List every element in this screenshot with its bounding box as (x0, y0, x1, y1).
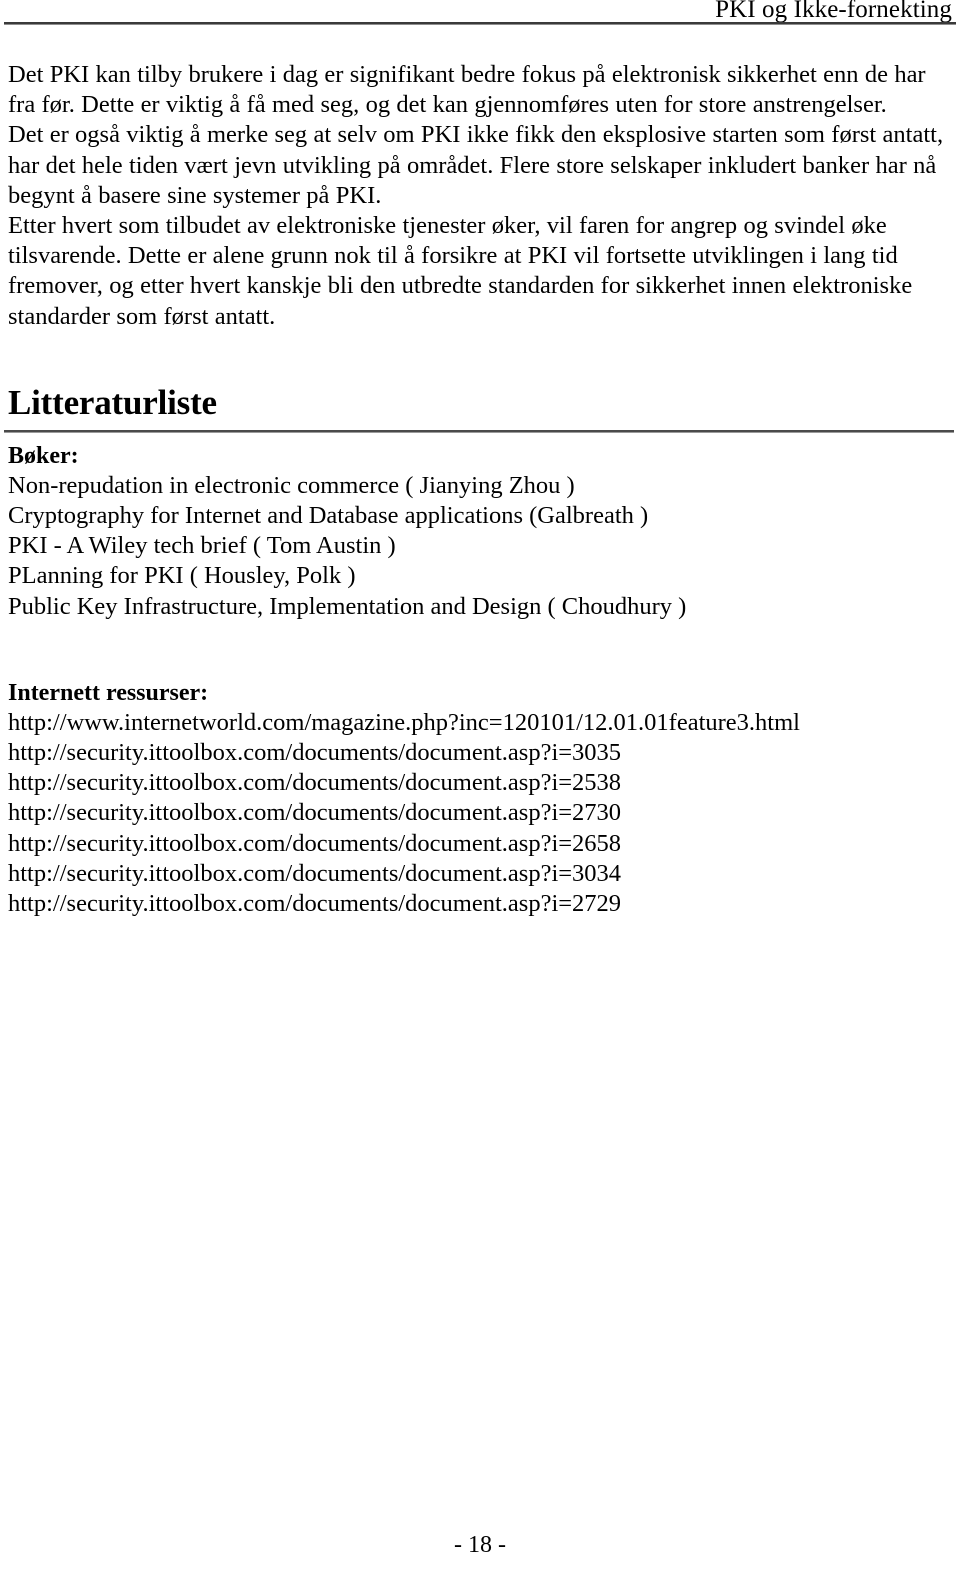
internet-resource-item: http://security.ittoolbox.com/documents/… (8, 890, 622, 918)
body-paragraph: Etter hvert som tilbudet av elektroniske… (8, 212, 913, 330)
internet-resource-item: http://security.ittoolbox.com/documents/… (8, 769, 622, 797)
book-list-item: Non-repudation in electronic commerce ( … (8, 471, 575, 499)
running-header-title: PKI og Ikke-fornekting (715, 0, 952, 23)
internet-resource-item: http://security.ittoolbox.com/documents/… (8, 829, 622, 857)
book-list-item: PKI - A Wiley tech brief ( Tom Austin ) (8, 532, 396, 560)
book-list-item: PLanning for PKI ( Housley, Polk ) (8, 562, 356, 590)
document-body: Det PKI kan tilby brukere i dag er signi… (4, 60, 954, 919)
internet-resource-item: http://security.ittoolbox.com/documents/… (8, 799, 622, 827)
internet-resources-label: Internett ressurser: (8, 679, 209, 706)
body-paragraph: Det er også viktig å merke seg at selv o… (8, 121, 944, 209)
bibliography-heading: Litteraturliste (8, 382, 217, 422)
book-list-item: Public Key Infrastructure, Implementatio… (8, 592, 687, 620)
document-page: PKI og Ikke-fornekting Det PKI kan tilby… (0, 0, 960, 1577)
page-number: - 18 - (454, 1532, 506, 1558)
internet-resource-item: http://security.ittoolbox.com/documents/… (8, 739, 622, 767)
body-paragraph: Det PKI kan tilby brukere i dag er signi… (8, 61, 926, 119)
books-label: Bøker: (8, 442, 79, 469)
internet-resource-item: http://security.ittoolbox.com/documents/… (8, 859, 622, 887)
internet-resource-item: http://www.internetworld.com/magazine.ph… (8, 708, 800, 736)
header-divider (4, 22, 956, 25)
book-list-item: Cryptography for Internet and Database a… (8, 502, 649, 530)
